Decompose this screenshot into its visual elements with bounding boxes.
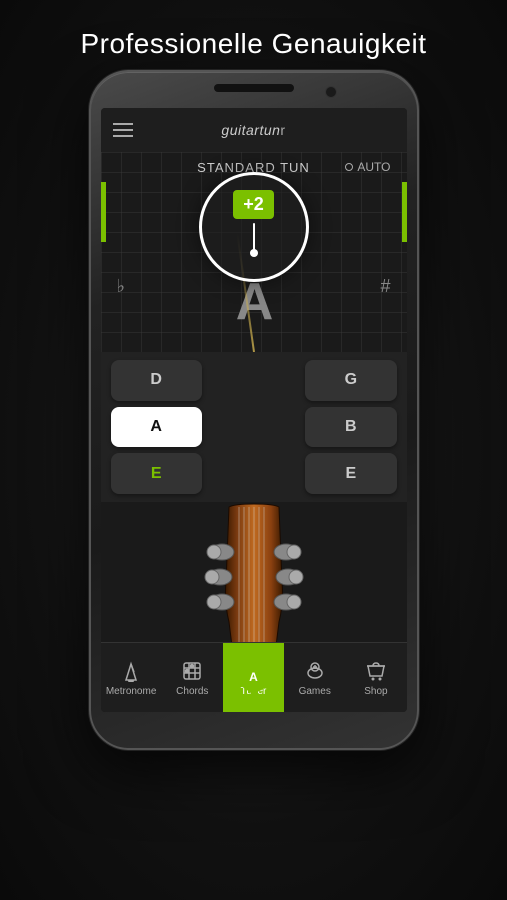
note-btn-A[interactable]: A	[111, 407, 202, 448]
green-bar-left	[101, 182, 106, 242]
needle-indicator	[253, 223, 255, 253]
note-btn-empty3	[208, 453, 299, 494]
note-buttons-grid: D G A B E E	[101, 352, 407, 502]
menu-button[interactable]	[113, 123, 133, 137]
tuner-header: STANDARD TUN AUTO	[101, 152, 407, 174]
nav-item-games[interactable]: Games	[284, 643, 345, 712]
note-btn-empty2	[208, 407, 299, 448]
nav-label-chords: Chords	[176, 686, 208, 697]
games-icon	[303, 659, 327, 683]
note-btn-E-high[interactable]: E	[305, 453, 396, 494]
pin-label: A	[249, 670, 258, 684]
nav-label-shop: Shop	[364, 686, 387, 697]
pin-head: A	[239, 662, 269, 692]
metronome-icon	[119, 659, 143, 683]
shop-icon	[364, 659, 388, 683]
note-btn-D[interactable]: D	[111, 360, 202, 401]
note-btn-G[interactable]: G	[305, 360, 396, 401]
green-bar-right	[402, 182, 407, 242]
note-btn-empty1	[208, 360, 299, 401]
nav-label-metronome: Metronome	[106, 686, 157, 697]
top-bar: guitartunr	[101, 108, 407, 152]
flat-symbol: ♭	[117, 276, 126, 297]
note-btn-B[interactable]: B	[305, 407, 396, 448]
tuner-area: STANDARD TUN AUTO +2 ♭ # A	[101, 152, 407, 352]
app-logo: guitartunr	[221, 122, 285, 138]
phone-frame: guitartunr STANDARD TUN AUTO +2	[89, 70, 419, 750]
pin-marker: A	[239, 662, 269, 692]
nav-label-games: Games	[299, 686, 331, 697]
chords-icon	[180, 659, 204, 683]
page-title: Professionelle Genauigkeit	[80, 28, 426, 60]
nav-item-chords[interactable]: Chords	[162, 643, 223, 712]
auto-circle-icon	[345, 163, 353, 171]
tuner-circle: +2	[199, 172, 309, 282]
note-btn-E-low[interactable]: E	[111, 453, 202, 494]
nav-item-metronome[interactable]: Metronome	[101, 643, 162, 712]
sharp-symbol: #	[380, 276, 390, 297]
phone-screen: guitartunr STANDARD TUN AUTO +2	[101, 108, 407, 712]
auto-badge[interactable]: AUTO	[345, 160, 390, 174]
nav-item-shop[interactable]: Shop	[345, 643, 406, 712]
cents-display: +2	[233, 190, 274, 219]
